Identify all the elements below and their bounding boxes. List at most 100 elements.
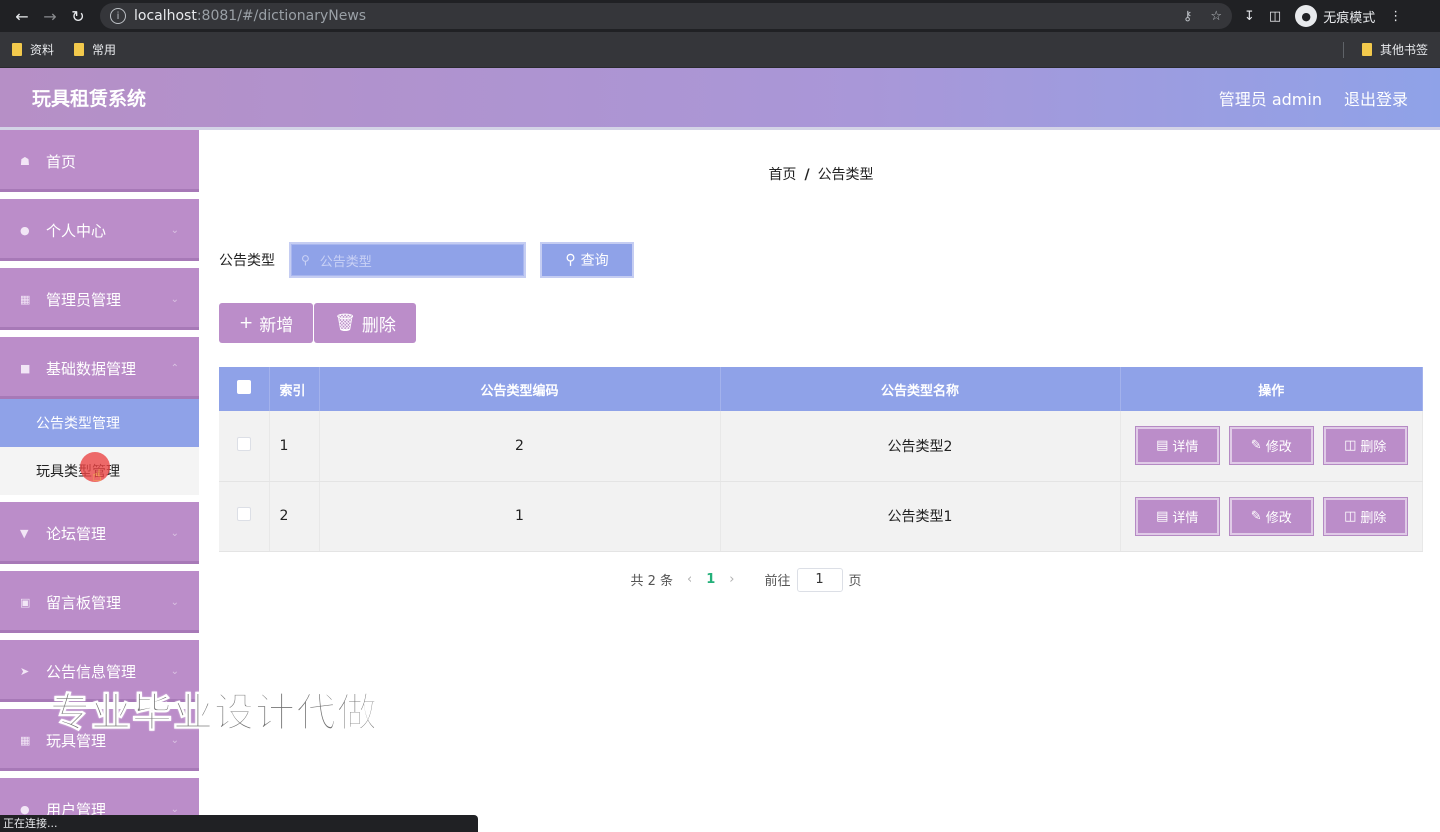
- chevron-down-icon: ⌄: [170, 803, 179, 815]
- search-icon: ⚲: [565, 252, 576, 268]
- logout-link[interactable]: 退出登录: [1344, 86, 1408, 110]
- forward-icon[interactable]: →: [36, 2, 64, 30]
- detail-button[interactable]: ▤ 详情: [1135, 427, 1219, 465]
- address-bar[interactable]: i localhost:8081/#/dictionaryNews ⚷ ☆: [100, 3, 1232, 29]
- cell-code: 1: [319, 481, 721, 552]
- row-checkbox[interactable]: [236, 436, 251, 451]
- trash-icon: ◫: [1344, 438, 1357, 454]
- folder-icon: [74, 43, 85, 56]
- breadcrumb-current: 公告类型: [817, 167, 874, 183]
- select-all-cell: [219, 367, 270, 411]
- app-header: 玩具租赁系统 管理员 admin 退出登录: [0, 68, 1440, 130]
- incognito-indicator[interactable]: ● 无痕模式: [1295, 5, 1375, 27]
- incognito-label: 无痕模式: [1323, 10, 1376, 26]
- table-row: 2 1 公告类型1 ▤ 详情 ✎ 修改 ◫ 删除: [219, 481, 1423, 552]
- trash-icon: 🗑: [334, 313, 356, 333]
- action-bar: + 新增 🗑 删除: [219, 303, 1423, 343]
- search-placeholder: 公告类型: [319, 254, 372, 270]
- row-delete-button[interactable]: ◫ 删除: [1323, 497, 1407, 535]
- chevron-down-icon: ⌄: [170, 293, 179, 305]
- download-icon[interactable]: ↧: [1244, 9, 1255, 24]
- other-bookmarks[interactable]: 其他书签: [1342, 41, 1428, 58]
- cell-code: 2: [319, 411, 721, 482]
- page-number-current[interactable]: 1: [706, 572, 715, 587]
- table-row: 1 2 公告类型2 ▤ 详情 ✎ 修改 ◫ 删除: [219, 411, 1423, 482]
- sidepanel-icon[interactable]: ◫: [1269, 9, 1281, 24]
- cup-icon: ▼: [20, 526, 29, 540]
- browser-toolbar: ← → ↻ i localhost:8081/#/dictionaryNews …: [0, 0, 1440, 32]
- chevron-down-icon: ⌄: [170, 665, 179, 677]
- browser-status-bar: 正在连接...: [0, 815, 478, 832]
- bookmarks-bar: 资料 常用 其他书签: [0, 32, 1440, 68]
- sidebar-item-profile[interactable]: ● 个人中心 ⌄: [0, 199, 199, 261]
- column-header-code[interactable]: 公告类型编码: [319, 367, 721, 411]
- send-icon: ➤: [20, 664, 30, 678]
- sidebar-item-label: 留言板管理: [46, 593, 122, 612]
- cell-index: 2: [269, 481, 320, 552]
- submenu-item-notice-type[interactable]: 公告类型管理: [0, 399, 199, 447]
- edit-label: 修改: [1265, 440, 1292, 456]
- incognito-icon: ●: [1295, 5, 1318, 27]
- sidebar-item-admin[interactable]: ▦ 管理员管理 ⌄: [0, 268, 199, 330]
- key-icon[interactable]: ⚷: [1183, 9, 1193, 24]
- add-button[interactable]: + 新增: [219, 303, 314, 343]
- sidebar-item-label: 管理员管理: [46, 290, 122, 309]
- chevron-up-icon: ⌃: [170, 362, 179, 374]
- sidebar-item-home[interactable]: ☗ 首页: [0, 130, 199, 192]
- table-header-row: 索引 公告类型编码 公告类型名称 操作: [219, 367, 1423, 411]
- chevron-right-icon[interactable]: ›: [729, 572, 734, 587]
- app-title: 玩具租赁系统: [32, 88, 147, 110]
- clipboard-icon: ▣: [20, 595, 31, 609]
- sidebar-item-basic-data[interactable]: ■ 基础数据管理 ⌃: [0, 337, 199, 399]
- search-form: 公告类型 ⚲ 公告类型 ⚲ 查询: [219, 242, 1423, 278]
- reload-icon[interactable]: ↻: [64, 2, 92, 30]
- menu-icon[interactable]: ⋮: [1389, 9, 1402, 24]
- bookmark-label: 常用: [92, 43, 117, 57]
- sidebar-item-label: 首页: [46, 152, 77, 171]
- star-icon[interactable]: ☆: [1210, 9, 1222, 24]
- row-delete-label: 删除: [1360, 440, 1387, 456]
- folder-icon: [1361, 43, 1372, 56]
- column-header-name[interactable]: 公告类型名称: [720, 367, 1121, 411]
- url-path: :8081/#/dictionaryNews: [196, 8, 367, 24]
- row-delete-button[interactable]: ◫ 删除: [1323, 427, 1407, 465]
- chevron-down-icon: ⌄: [170, 224, 179, 236]
- goto-page-input[interactable]: 1: [796, 567, 843, 592]
- watermark-text: 专业毕业设计代做: [50, 690, 378, 737]
- info-icon[interactable]: i: [110, 8, 126, 24]
- row-checkbox[interactable]: [236, 507, 251, 521]
- sidebar-item-label: 基础数据管理: [46, 359, 137, 378]
- trash-icon: ◫: [1344, 508, 1357, 524]
- row-delete-label: 删除: [1360, 510, 1387, 526]
- chevron-left-icon[interactable]: ‹: [687, 572, 692, 587]
- query-button-label: 查询: [580, 253, 609, 269]
- select-all-checkbox[interactable]: [236, 380, 251, 394]
- add-button-label: 新增: [259, 315, 294, 336]
- cell-name: 公告类型2: [720, 411, 1121, 482]
- breadcrumb-home[interactable]: 首页: [768, 167, 796, 183]
- search-label: 公告类型: [219, 253, 275, 269]
- edit-button[interactable]: ✎ 修改: [1229, 427, 1313, 465]
- back-icon[interactable]: ←: [8, 2, 36, 30]
- detail-label: 详情: [1172, 510, 1199, 526]
- sidebar-item-label: 公告信息管理: [46, 662, 137, 681]
- breadcrumb-separator: /: [804, 167, 810, 183]
- hand-cursor-icon: ☝: [92, 466, 102, 485]
- detail-button[interactable]: ▤ 详情: [1135, 497, 1219, 535]
- delete-button-label: 删除: [361, 315, 396, 336]
- edit-button[interactable]: ✎ 修改: [1229, 497, 1313, 535]
- main-content: 首页 / 公告类型 公告类型 ⚲ 公告类型 ⚲ 查询 + 新增 🗑 删除 索引 …: [199, 130, 1440, 832]
- cell-actions: ▤ 详情 ✎ 修改 ◫ 删除: [1120, 411, 1423, 482]
- admin-user-label: 管理员 admin: [1218, 89, 1322, 109]
- pagination-total: 共 2 条: [630, 574, 674, 589]
- bulk-delete-button[interactable]: 🗑 删除: [314, 303, 416, 343]
- sidebar-item-messageboard[interactable]: ▣ 留言板管理 ⌄: [0, 571, 199, 633]
- bookmark-folder[interactable]: 常用: [74, 41, 116, 58]
- bookmark-folder[interactable]: 资料: [12, 41, 54, 58]
- sidebar-item-forum[interactable]: ▼ 论坛管理 ⌄: [0, 502, 199, 564]
- column-header-index[interactable]: 索引: [269, 367, 320, 411]
- data-table: 索引 公告类型编码 公告类型名称 操作 1 2 公告类型2 ▤详情 ✎修改: [219, 367, 1423, 552]
- query-button[interactable]: ⚲ 查询: [540, 242, 634, 278]
- search-input[interactable]: ⚲ 公告类型: [289, 242, 526, 278]
- chevron-down-icon: ⌄: [170, 596, 179, 608]
